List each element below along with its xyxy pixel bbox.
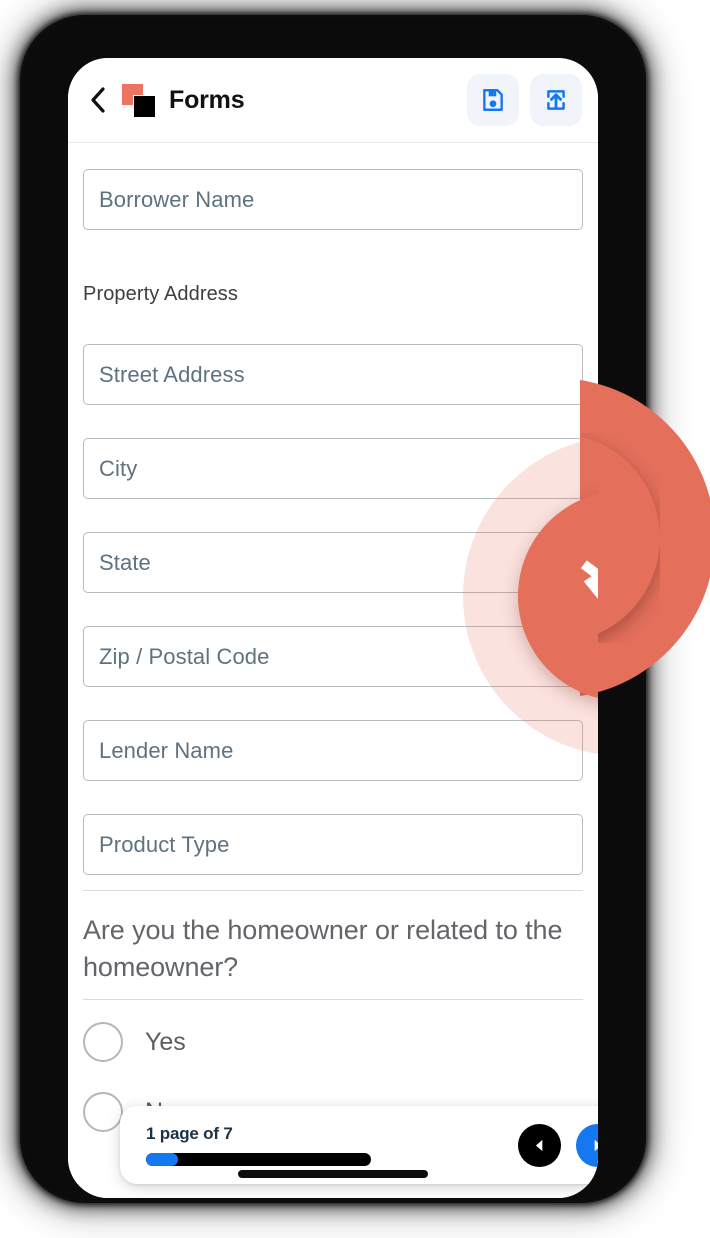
pager-buttons — [518, 1123, 598, 1167]
zip-postal-code-placeholder: Zip / Postal Code — [99, 643, 270, 669]
radio-circle-icon — [83, 1092, 123, 1132]
page-progress-fill — [146, 1153, 178, 1166]
street-address-input[interactable]: Street Address — [83, 344, 583, 405]
lender-name-input[interactable]: Lender Name — [83, 720, 583, 781]
borrower-name-input[interactable]: Borrower Name — [83, 169, 583, 230]
product-type-placeholder: Product Type — [99, 831, 230, 857]
export-button[interactable] — [530, 74, 582, 126]
page-progress-bar — [146, 1153, 371, 1166]
floppy-disk-save-icon — [483, 89, 503, 111]
triangle-right-icon — [594, 1139, 598, 1151]
city-input[interactable]: City — [83, 438, 583, 499]
back-button[interactable] — [84, 85, 110, 115]
city-placeholder: City — [99, 455, 138, 481]
homeowner-question: Are you the homeowner or related to the … — [83, 915, 563, 982]
chevron-left-icon — [90, 87, 105, 113]
street-address-placeholder: Street Address — [99, 361, 245, 387]
lender-name-placeholder: Lender Name — [99, 737, 234, 763]
page-title: Forms — [169, 85, 245, 114]
property-address-label: Property Address — [83, 283, 239, 305]
section-divider-bottom — [83, 999, 583, 1000]
forms-brand-logo — [122, 83, 155, 117]
product-type-input[interactable]: Product Type — [83, 814, 583, 875]
page-progress-group: 1 page of 7 — [146, 1124, 371, 1166]
phone-device-frame: Forms Borrower Name Property Address Str… — [23, 18, 643, 1200]
export-upload-icon — [547, 90, 565, 110]
triangle-left-icon — [535, 1139, 543, 1151]
state-placeholder: State — [99, 549, 151, 575]
zip-postal-code-input[interactable]: Zip / Postal Code — [83, 626, 583, 687]
radio-label-yes: Yes — [145, 1027, 186, 1056]
next-page-button[interactable] — [576, 1123, 598, 1167]
borrower-name-placeholder: Borrower Name — [99, 186, 255, 212]
header-actions — [467, 74, 582, 126]
radio-option-yes[interactable]: Yes — [83, 1022, 186, 1062]
home-indicator — [238, 1170, 428, 1178]
page-indicator-text: 1 page of 7 — [146, 1124, 233, 1143]
radio-circle-icon — [83, 1022, 123, 1062]
app-header: Forms — [68, 58, 598, 143]
save-button[interactable] — [467, 74, 519, 126]
state-input[interactable]: State — [83, 532, 583, 593]
form-scroll-area[interactable]: Borrower Name Property Address Street Ad… — [68, 144, 598, 1198]
section-divider-top — [83, 890, 583, 891]
logo-black-square — [134, 95, 155, 117]
previous-page-button[interactable] — [518, 1123, 561, 1167]
phone-screen: Forms Borrower Name Property Address Str… — [68, 58, 598, 1198]
